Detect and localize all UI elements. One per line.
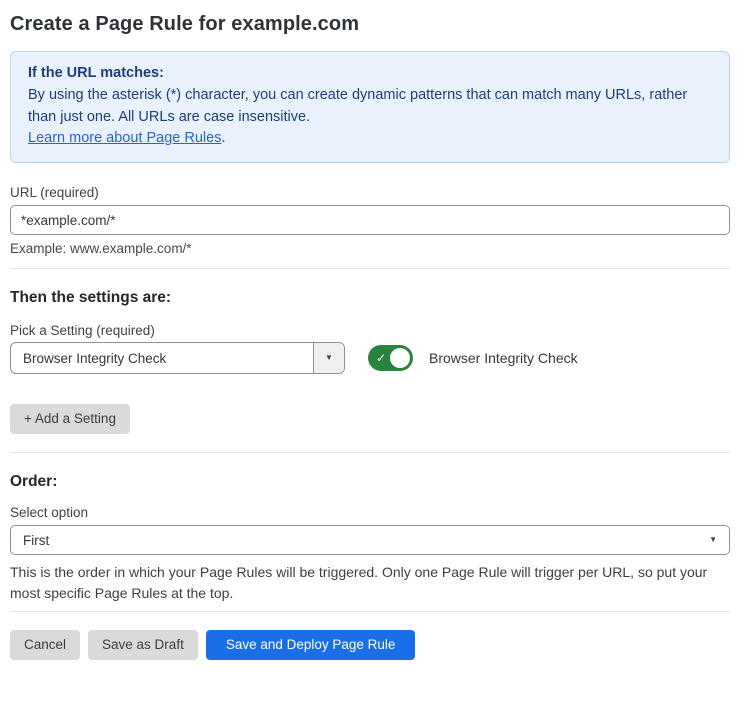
- pick-setting-label: Pick a Setting (required): [10, 323, 730, 338]
- cancel-button[interactable]: Cancel: [10, 630, 80, 660]
- url-match-info-box: If the URL matches: By using the asteris…: [10, 51, 730, 163]
- url-field-label: URL (required): [10, 185, 730, 200]
- settings-section-heading: Then the settings are:: [10, 289, 730, 307]
- info-box-link-line: Learn more about Page Rules.: [28, 128, 712, 150]
- order-helper-text: This is the order in which your Page Rul…: [10, 562, 726, 604]
- toggle-label: Browser Integrity Check: [429, 350, 578, 366]
- add-setting-button[interactable]: + Add a Setting: [10, 404, 130, 434]
- order-arrow-cell: ▼: [697, 536, 729, 544]
- info-box-heading: If the URL matches:: [28, 63, 712, 85]
- order-select-label: Select option: [10, 505, 730, 520]
- browser-integrity-toggle[interactable]: ✓: [368, 345, 413, 371]
- chevron-down-icon: ▼: [709, 536, 717, 544]
- toggle-knob: [390, 348, 410, 368]
- divider: [10, 268, 730, 269]
- url-input[interactable]: [10, 205, 730, 235]
- dropdown-arrow-cell: ▼: [313, 343, 344, 373]
- info-box-body: By using the asterisk (*) character, you…: [28, 85, 698, 129]
- check-icon: ✓: [376, 352, 386, 364]
- setting-row: Browser Integrity Check ▼ ✓ Browser Inte…: [10, 342, 730, 374]
- setting-select[interactable]: Browser Integrity Check ▼: [10, 342, 345, 374]
- link-suffix: .: [221, 130, 225, 146]
- order-select[interactable]: First ▼: [10, 525, 730, 555]
- url-field-helper: Example: www.example.com/*: [10, 241, 730, 256]
- order-select-value: First: [11, 533, 697, 548]
- divider: [10, 452, 730, 453]
- save-draft-button[interactable]: Save as Draft: [88, 630, 198, 660]
- footer-actions: Cancel Save as Draft Save and Deploy Pag…: [10, 630, 730, 660]
- order-section-heading: Order:: [10, 473, 730, 491]
- chevron-down-icon: ▼: [325, 354, 333, 362]
- learn-more-link[interactable]: Learn more about Page Rules: [28, 130, 221, 146]
- save-deploy-button[interactable]: Save and Deploy Page Rule: [206, 630, 416, 660]
- setting-select-value: Browser Integrity Check: [11, 351, 313, 366]
- page-title: Create a Page Rule for example.com: [10, 13, 730, 36]
- divider: [10, 611, 730, 612]
